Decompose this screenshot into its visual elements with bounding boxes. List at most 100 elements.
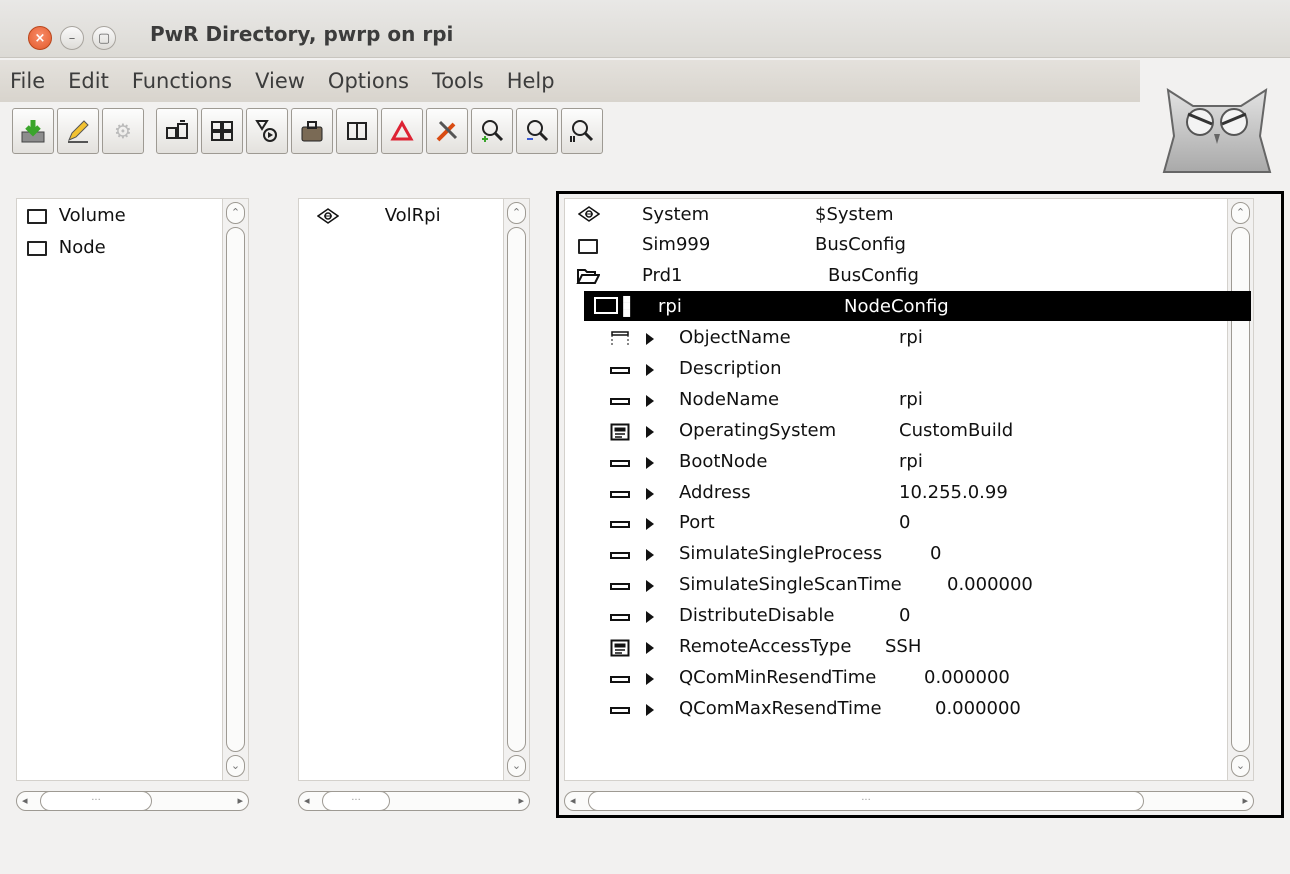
filter-icon [255,120,277,142]
menu-file[interactable]: File [0,69,58,93]
scroll-down-arrow[interactable]: ⌄ [1231,755,1250,777]
attribute-value[interactable]: rpi [899,327,923,348]
scroll-down-arrow[interactable]: ⌄ [507,755,526,777]
attribute-icon [610,583,630,590]
scroll-left-arrow[interactable]: ◂ [304,791,310,811]
scroll-right-arrow[interactable]: ▸ [518,791,524,811]
scroll-thumb[interactable] [507,227,526,752]
list-item-node[interactable]: Node [27,237,106,258]
expand-arrow-icon[interactable] [646,395,654,407]
scroll-up-arrow[interactable]: ⌃ [226,202,245,224]
middle-pane[interactable]: VolRpi ⌃ ⌄ [298,198,530,781]
scroll-thumb[interactable]: ··· [322,791,390,811]
right-pane-hscroll[interactable]: ◂ ··· ▸ [564,789,1254,813]
zoom-reset-button[interactable] [561,108,603,154]
attribute-value[interactable]: 0 [899,605,910,626]
zoom-out-button[interactable] [516,108,558,154]
right-pane-vscroll[interactable]: ⌃ ⌄ [1227,199,1253,780]
minimize-window-button[interactable]: – [60,26,84,50]
attribute-name: SimulateSingleScanTime [679,574,902,595]
tree-row-name: Prd1 [642,265,683,286]
zoom-in-button[interactable] [471,108,513,154]
middle-pane-vscroll[interactable]: ⌃ ⌄ [503,199,529,780]
folder-open-icon [576,269,600,284]
attribute-value[interactable]: 10.255.0.99 [899,482,1008,503]
expand-arrow-icon[interactable] [646,549,654,561]
scroll-thumb[interactable]: ··· [588,791,1144,811]
expand-arrow-icon[interactable] [646,580,654,592]
attribute-value[interactable]: SSH [885,636,921,657]
attribute-value[interactable]: 0.000000 [947,574,1033,595]
menu-view[interactable]: View [245,69,318,93]
filter-button[interactable] [246,108,288,154]
maximize-window-button[interactable]: ▢ [92,26,116,50]
hierarchy-button[interactable] [201,108,243,154]
configure-button[interactable] [156,108,198,154]
attribute-value[interactable]: rpi [899,451,923,472]
edit-button[interactable] [57,108,99,154]
close-window-button[interactable]: × [28,26,52,50]
attribute-value[interactable]: 0 [930,543,941,564]
build-button[interactable]: ⚙ [102,108,144,154]
scroll-thumb[interactable]: ··· [40,791,152,811]
attribute-icon [610,521,630,528]
expand-arrow-icon[interactable] [646,426,654,438]
middle-pane-hscroll[interactable]: ◂ ··· ▸ [298,789,530,813]
expand-arrow-icon[interactable] [646,518,654,530]
attribute-icon [610,460,630,467]
scroll-up-arrow[interactable]: ⌃ [507,202,526,224]
menu-help[interactable]: Help [497,69,568,93]
package-icon [301,121,323,142]
tree-row-selected[interactable]: ▪ ▪ ▪ rpi NodeConfig [584,291,1251,321]
attribute-icon [610,614,630,621]
expand-arrow-icon[interactable] [646,333,654,345]
expand-arrow-icon[interactable] [646,611,654,623]
folder-icon [578,239,598,254]
scroll-down-arrow[interactable]: ⌄ [226,755,245,777]
attribute-value[interactable]: 0.000000 [935,698,1021,719]
attribute-name: Address [679,482,751,503]
scroll-up-arrow[interactable]: ⌃ [1231,202,1250,224]
menu-options[interactable]: Options [318,69,422,93]
expand-arrow-icon[interactable] [646,673,654,685]
folder-icon [594,297,618,314]
attribute-value[interactable]: rpi [899,389,923,410]
save-icon [21,120,45,143]
left-pane[interactable]: Volume Node ⌃ ⌄ [16,198,249,781]
split-view-button[interactable] [336,108,378,154]
save-button[interactable] [12,108,54,154]
tools-button[interactable] [426,108,468,154]
scroll-thumb[interactable] [226,227,245,752]
edit-pencil-icon [68,120,89,143]
expand-arrow-icon[interactable] [646,704,654,716]
warning-button[interactable] [381,108,423,154]
attribute-name: QComMinResendTime [679,667,877,688]
folder-icon [27,208,47,224]
menu-functions[interactable]: Functions [122,69,245,93]
expand-arrow-icon[interactable] [646,457,654,469]
volume-eye-icon [578,206,600,222]
scroll-left-arrow[interactable]: ◂ [570,791,576,811]
scroll-right-arrow[interactable]: ▸ [237,791,243,811]
expand-arrow-icon[interactable] [646,642,654,654]
volume-eye-icon [316,208,340,224]
expand-arrow-icon[interactable] [646,488,654,500]
attribute-list-icon: ▪ ▪ ▪ [622,291,632,321]
attribute-value[interactable]: CustomBuild [899,420,1013,441]
attribute-value[interactable]: 0.000000 [924,667,1010,688]
menu-tools[interactable]: Tools [422,69,497,93]
window-title: PwR Directory, pwrp on rpi [150,22,454,46]
list-item-volume[interactable]: Volume [27,205,126,226]
left-pane-hscroll[interactable]: ◂ ··· ▸ [16,789,249,813]
package-button[interactable] [291,108,333,154]
attribute-value[interactable]: 0 [899,512,910,533]
scroll-left-arrow[interactable]: ◂ [22,791,28,811]
expand-arrow-icon[interactable] [646,364,654,376]
menu-edit[interactable]: Edit [58,69,122,93]
list-item-volrpi[interactable]: VolRpi [316,205,441,226]
scroll-right-arrow[interactable]: ▸ [1242,791,1248,811]
attribute-icon [610,552,630,559]
attribute-name: Port [679,512,715,533]
left-pane-vscroll[interactable]: ⌃ ⌄ [222,199,248,780]
hierarchy-icon [211,121,233,141]
